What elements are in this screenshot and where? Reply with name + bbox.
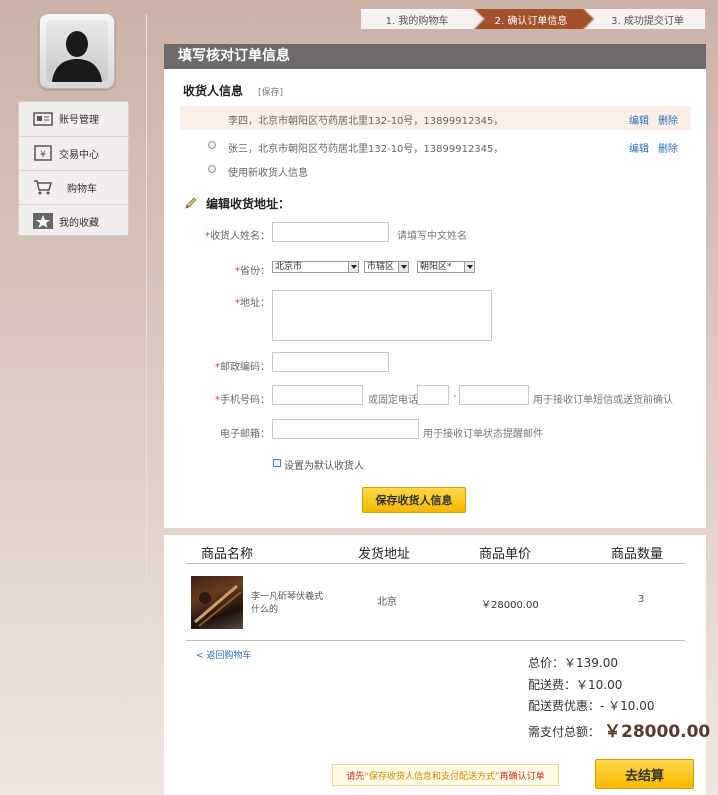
receiver-heading: 收货人信息 [183, 84, 244, 98]
sidebar-menu: 账号管理 ¥ 交易中心 购物车 我的收藏 [18, 101, 130, 237]
default-receiver-checkbox[interactable] [273, 459, 281, 467]
mobile-input[interactable] [272, 385, 363, 405]
address-label: *地址： [235, 298, 270, 309]
sidebar-item-cart[interactable]: 购物车 [19, 170, 130, 203]
delete-address-link[interactable]: 删除 [658, 140, 678, 155]
default-receiver-label: 设置为默认收货人 [284, 461, 364, 472]
address-textarea[interactable] [272, 290, 492, 341]
cart-icon [33, 180, 53, 195]
account-card-icon [33, 111, 53, 126]
sidebar-item-label: 我的收藏 [59, 217, 99, 229]
row-divider [186, 640, 685, 641]
mobile-label: *手机号码： [215, 395, 270, 406]
column-header-price: 商品单价 [479, 547, 532, 562]
pencil-icon [184, 196, 198, 213]
province-label: *省份： [235, 266, 270, 277]
email-hint: 用于接收订单状态提醒邮件 [423, 429, 543, 440]
save-receiver-button[interactable]: 保存收货人信息 [362, 487, 466, 513]
sidebar-item-trade[interactable]: ¥ 交易中心 [19, 136, 130, 169]
avatar [39, 13, 115, 89]
area-code-input[interactable] [417, 385, 449, 405]
order-items-panel: 商品名称 发货地址 商品单价 商品数量 李一凡斫琴伏羲式什么的 北京 ￥2800… [164, 535, 710, 795]
sidebar-item-label: 购物车 [67, 183, 97, 195]
step-submit: 3. 成功提交订单 [611, 15, 684, 27]
edit-address-link[interactable]: 编辑 [629, 112, 649, 127]
mobile-hint: 用于接收订单短信或送货前确认 [533, 395, 673, 406]
zip-label: *邮政编码： [215, 362, 270, 373]
email-label: 电子邮箱： [220, 429, 270, 440]
email-input[interactable] [272, 419, 419, 439]
receiver-save-link[interactable]: [保存] [258, 85, 283, 98]
yen-box-icon: ¥ [33, 145, 53, 161]
star-icon [33, 213, 53, 229]
zip-input[interactable] [272, 352, 389, 372]
product-price: ￥28000.00 [481, 600, 539, 611]
product-image[interactable] [191, 576, 243, 629]
sidebar-item-label: 账号管理 [59, 115, 99, 126]
edit-address-link[interactable]: 编辑 [629, 140, 649, 155]
checkout-button[interactable]: 去结算 [595, 759, 694, 789]
confirm-notice: 请先 “保存收货人信息和支付配送方式” 再确认订单 [332, 764, 559, 786]
phone-input[interactable] [459, 385, 529, 405]
shipping-fee: 配送费：￥10.00 [528, 678, 623, 692]
sidebar-item-favorites[interactable]: 我的收藏 [19, 204, 130, 237]
panel-title: 填写核对订单信息 [164, 44, 706, 69]
product-name[interactable]: 李一凡斫琴伏羲式什么的 [251, 591, 331, 617]
address-radio[interactable] [208, 141, 216, 149]
product-qty: 3 [638, 594, 645, 605]
step-confirm: 2. 确认订单信息 [494, 15, 568, 27]
district-select[interactable]: 朝阳区* [417, 261, 475, 273]
province-select[interactable]: 北京市 [272, 261, 359, 273]
svg-text:¥: ¥ [40, 150, 46, 160]
new-receiver-label: 使用新收货人信息 [228, 168, 308, 179]
column-divider [146, 14, 147, 682]
column-header-name: 商品名称 [201, 547, 254, 562]
new-receiver-radio[interactable] [208, 165, 216, 173]
city-select[interactable]: 市辖区 [364, 261, 409, 273]
address-text: 张三，北京市朝阳区芍药居北里132-10号，13899912345， [228, 144, 504, 155]
address-text: 李四，北京市朝阳区芍药居北里132-10号，13899912345， [228, 116, 504, 127]
name-label: *收货人姓名： [205, 231, 270, 242]
or-phone-label: 或固定电话 [368, 395, 418, 406]
delete-address-link[interactable]: 删除 [658, 112, 678, 127]
header-divider [186, 563, 685, 564]
column-header-address: 发货地址 [358, 547, 411, 562]
amount-due-label: 需支付总额： [528, 725, 601, 739]
back-to-cart-link[interactable]: < 返回购物车 [196, 648, 251, 661]
user-silhouette-icon [46, 20, 108, 82]
edit-address-heading: 编辑收货地址： [206, 197, 291, 211]
sidebar-item-account[interactable]: 账号管理 [19, 102, 130, 135]
amount-due-value: ￥28000.00 [604, 722, 711, 742]
product-ship-address: 北京 [377, 597, 397, 608]
total-price: 总价：￥139.00 [528, 656, 618, 670]
sidebar-item-label: 交易中心 [59, 149, 99, 161]
receiver-name-input[interactable] [272, 222, 389, 242]
step-cart: 1. 我的购物车 [385, 15, 449, 27]
order-info-panel: 填写核对订单信息 收货人信息 [保存] 李四，北京市朝阳区芍药居北里132-10… [164, 44, 706, 528]
phone-dash: - [453, 391, 457, 402]
shipping-discount: 配送费优惠：- ￥10.00 [528, 699, 655, 713]
column-header-qty: 商品数量 [611, 547, 664, 562]
name-hint: 请填写中文姓名 [397, 231, 467, 242]
